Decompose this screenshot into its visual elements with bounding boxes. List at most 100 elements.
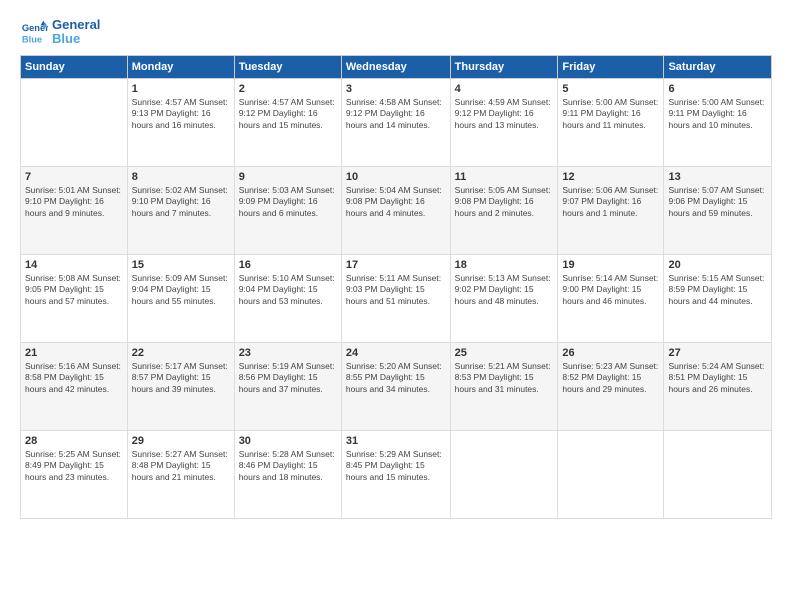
day-number: 4 [455,83,554,95]
calendar-cell: 9 Sunrise: 5:03 AM Sunset: 9:09 PM Daylig… [234,166,341,254]
day-info: Sunrise: 4:57 AM Sunset: 9:12 PM Dayligh… [239,97,337,133]
logo: General Blue General Blue [20,18,100,47]
day-number: 22 [132,347,230,359]
day-info: Sunrise: 5:14 AM Sunset: 9:00 PM Dayligh… [562,273,659,309]
day-number: 23 [239,347,337,359]
calendar-cell: 16 Sunrise: 5:10 AM Sunset: 9:04 PM Dayli… [234,254,341,342]
day-number: 31 [346,435,446,447]
day-info: Sunrise: 5:28 AM Sunset: 8:46 PM Dayligh… [239,449,337,485]
calendar-table: SundayMondayTuesdayWednesdayThursdayFrid… [20,55,772,519]
calendar-cell: 14 Sunrise: 5:08 AM Sunset: 9:05 PM Dayli… [21,254,128,342]
calendar-cell: 31 Sunrise: 5:29 AM Sunset: 8:45 PM Dayli… [341,430,450,518]
day-number: 7 [25,171,123,183]
calendar-week-2: 7 Sunrise: 5:01 AM Sunset: 9:10 PM Daylig… [21,166,772,254]
calendar-cell: 1 Sunrise: 4:57 AM Sunset: 9:13 PM Daylig… [127,78,234,166]
calendar-cell [21,78,128,166]
day-number: 16 [239,259,337,271]
day-number: 21 [25,347,123,359]
day-number: 6 [668,83,767,95]
day-number: 3 [346,83,446,95]
calendar-cell: 2 Sunrise: 4:57 AM Sunset: 9:12 PM Daylig… [234,78,341,166]
calendar-cell: 4 Sunrise: 4:59 AM Sunset: 9:12 PM Daylig… [450,78,558,166]
calendar-cell: 12Sunrise: 5:06 AM Sunset: 9:07 PM Dayli… [558,166,664,254]
calendar-cell: 11Sunrise: 5:05 AM Sunset: 9:08 PM Dayli… [450,166,558,254]
weekday-header-monday: Monday [127,55,234,78]
calendar-cell: 29 Sunrise: 5:27 AM Sunset: 8:48 PM Dayli… [127,430,234,518]
calendar-week-4: 21 Sunrise: 5:16 AM Sunset: 8:58 PM Dayli… [21,342,772,430]
day-info: Sunrise: 5:02 AM Sunset: 9:10 PM Dayligh… [132,185,230,221]
calendar-cell: 3 Sunrise: 4:58 AM Sunset: 9:12 PM Daylig… [341,78,450,166]
day-info: Sunrise: 5:07 AM Sunset: 9:06 PM Dayligh… [668,185,767,221]
day-info: Sunrise: 5:17 AM Sunset: 8:57 PM Dayligh… [132,361,230,397]
calendar-cell: 20 Sunrise: 5:15 AM Sunset: 8:59 PM Dayli… [664,254,772,342]
calendar-cell [664,430,772,518]
calendar-cell: 10 Sunrise: 5:04 AM Sunset: 9:08 PM Dayli… [341,166,450,254]
weekday-header-thursday: Thursday [450,55,558,78]
day-info: Sunrise: 5:04 AM Sunset: 9:08 PM Dayligh… [346,185,446,221]
logo-icon: General Blue [20,18,48,46]
day-number: 18 [455,259,554,271]
calendar-cell: 15 Sunrise: 5:09 AM Sunset: 9:04 PM Dayli… [127,254,234,342]
logo-blue: Blue [52,32,100,46]
day-number: 14 [25,259,123,271]
day-number: 10 [346,171,446,183]
day-number: 19 [562,259,659,271]
day-info: Sunrise: 5:06 AM Sunset: 9:07 PM Dayligh… [562,185,659,221]
calendar-cell: 28 Sunrise: 5:25 AM Sunset: 8:49 PM Dayli… [21,430,128,518]
calendar-week-1: 1 Sunrise: 4:57 AM Sunset: 9:13 PM Daylig… [21,78,772,166]
day-number: 20 [668,259,767,271]
day-info: Sunrise: 4:58 AM Sunset: 9:12 PM Dayligh… [346,97,446,133]
day-number: 9 [239,171,337,183]
day-info: Sunrise: 5:01 AM Sunset: 9:10 PM Dayligh… [25,185,123,221]
day-number: 24 [346,347,446,359]
day-info: Sunrise: 5:23 AM Sunset: 8:52 PM Dayligh… [562,361,659,397]
calendar-cell: 27Sunrise: 5:24 AM Sunset: 8:51 PM Dayli… [664,342,772,430]
calendar-cell [450,430,558,518]
day-info: Sunrise: 5:13 AM Sunset: 9:02 PM Dayligh… [455,273,554,309]
calendar-cell: 5Sunrise: 5:00 AM Sunset: 9:11 PM Daylig… [558,78,664,166]
day-number: 1 [132,83,230,95]
day-info: Sunrise: 5:21 AM Sunset: 8:53 PM Dayligh… [455,361,554,397]
calendar-cell: 23 Sunrise: 5:19 AM Sunset: 8:56 PM Dayli… [234,342,341,430]
day-number: 25 [455,347,554,359]
day-number: 5 [562,83,659,95]
day-number: 2 [239,83,337,95]
day-number: 15 [132,259,230,271]
calendar-cell: 6 Sunrise: 5:00 AM Sunset: 9:11 PM Daylig… [664,78,772,166]
day-info: Sunrise: 5:24 AM Sunset: 8:51 PM Dayligh… [668,361,767,397]
calendar-cell: 7 Sunrise: 5:01 AM Sunset: 9:10 PM Daylig… [21,166,128,254]
day-info: Sunrise: 4:57 AM Sunset: 9:13 PM Dayligh… [132,97,230,133]
svg-text:Blue: Blue [22,35,42,45]
day-number: 28 [25,435,123,447]
day-info: Sunrise: 5:29 AM Sunset: 8:45 PM Dayligh… [346,449,446,485]
day-info: Sunrise: 5:20 AM Sunset: 8:55 PM Dayligh… [346,361,446,397]
day-info: Sunrise: 5:27 AM Sunset: 8:48 PM Dayligh… [132,449,230,485]
day-info: Sunrise: 5:19 AM Sunset: 8:56 PM Dayligh… [239,361,337,397]
day-info: Sunrise: 5:03 AM Sunset: 9:09 PM Dayligh… [239,185,337,221]
calendar-cell: 30Sunrise: 5:28 AM Sunset: 8:46 PM Dayli… [234,430,341,518]
day-number: 13 [668,171,767,183]
day-number: 26 [562,347,659,359]
day-info: Sunrise: 5:10 AM Sunset: 9:04 PM Dayligh… [239,273,337,309]
calendar-cell: 21 Sunrise: 5:16 AM Sunset: 8:58 PM Dayli… [21,342,128,430]
day-info: Sunrise: 5:16 AM Sunset: 8:58 PM Dayligh… [25,361,123,397]
day-number: 17 [346,259,446,271]
calendar-cell: 24 Sunrise: 5:20 AM Sunset: 8:55 PM Dayli… [341,342,450,430]
calendar-cell: 18 Sunrise: 5:13 AM Sunset: 9:02 PM Dayli… [450,254,558,342]
calendar-cell: 19 Sunrise: 5:14 AM Sunset: 9:00 PM Dayli… [558,254,664,342]
day-info: Sunrise: 4:59 AM Sunset: 9:12 PM Dayligh… [455,97,554,133]
calendar-page: General Blue General Blue SundayMondayTu… [0,0,792,531]
day-info: Sunrise: 5:25 AM Sunset: 8:49 PM Dayligh… [25,449,123,485]
header-row: SundayMondayTuesdayWednesdayThursdayFrid… [21,55,772,78]
page-header: General Blue General Blue [20,18,772,47]
calendar-week-5: 28 Sunrise: 5:25 AM Sunset: 8:49 PM Dayli… [21,430,772,518]
day-number: 29 [132,435,230,447]
calendar-cell: 8Sunrise: 5:02 AM Sunset: 9:10 PM Daylig… [127,166,234,254]
day-info: Sunrise: 5:08 AM Sunset: 9:05 PM Dayligh… [25,273,123,309]
calendar-cell: 13 Sunrise: 5:07 AM Sunset: 9:06 PM Dayli… [664,166,772,254]
day-info: Sunrise: 5:00 AM Sunset: 9:11 PM Dayligh… [668,97,767,133]
calendar-cell: 26 Sunrise: 5:23 AM Sunset: 8:52 PM Dayli… [558,342,664,430]
weekday-header-wednesday: Wednesday [341,55,450,78]
day-info: Sunrise: 5:09 AM Sunset: 9:04 PM Dayligh… [132,273,230,309]
day-info: Sunrise: 5:15 AM Sunset: 8:59 PM Dayligh… [668,273,767,309]
